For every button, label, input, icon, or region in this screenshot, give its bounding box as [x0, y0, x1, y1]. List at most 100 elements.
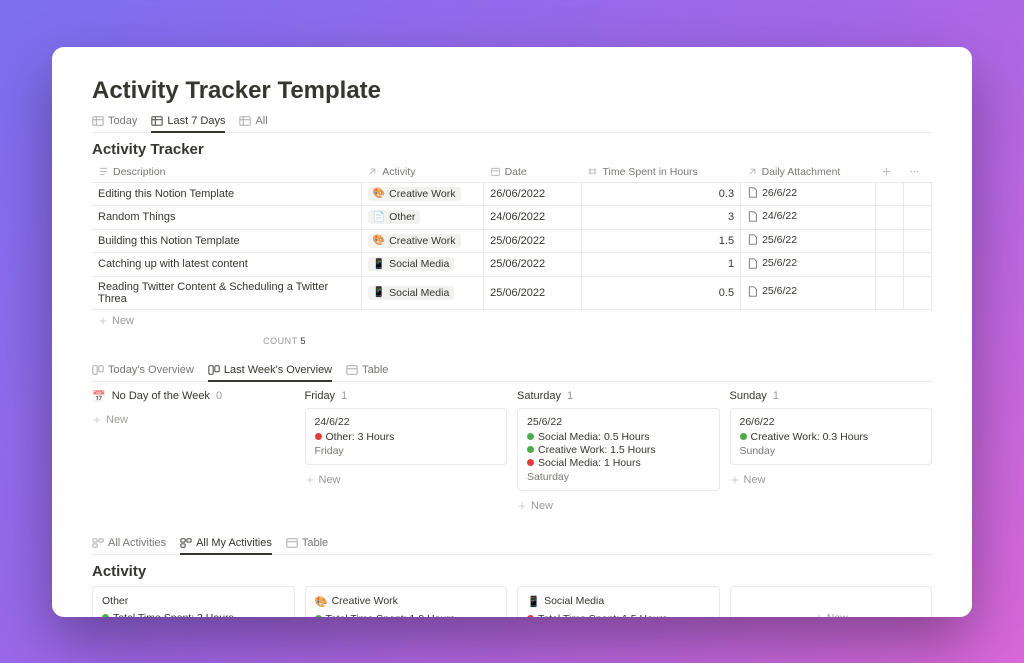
col-head-label: Saturday	[517, 390, 561, 402]
gallery-icon	[180, 537, 192, 549]
tab-all[interactable]: All	[239, 115, 267, 132]
col-description[interactable]: Description	[113, 166, 166, 178]
cell-attachment[interactable]: 25/6/22	[741, 229, 876, 253]
board-new-button[interactable]: New	[517, 495, 720, 517]
card-line: Other: 3 Hours	[315, 431, 498, 443]
number-icon	[587, 166, 598, 177]
cell-description[interactable]: Random Things	[92, 206, 361, 230]
tab-label: Last 7 Days	[167, 115, 225, 127]
tab-label: Today's Overview	[108, 364, 194, 376]
table-row[interactable]: Editing this Notion Template 🎨Creative W…	[92, 182, 932, 206]
tab-todays-overview[interactable]: Today's Overview	[92, 364, 194, 381]
table-icon	[346, 364, 358, 376]
plus-icon	[517, 501, 527, 511]
plus-icon[interactable]	[881, 166, 892, 177]
col-activity[interactable]: Activity	[382, 166, 415, 178]
tab-last-7-days[interactable]: Last 7 Days	[151, 115, 225, 133]
cell-hours[interactable]: 1	[581, 253, 740, 277]
gallery-new-card[interactable]: New	[730, 586, 933, 617]
plus-icon	[814, 613, 824, 617]
board-card[interactable]: 25/6/22 Social Media: 0.5 HoursCreative …	[517, 408, 720, 491]
cell-activity[interactable]: 📱Social Media	[361, 253, 483, 277]
table-row[interactable]: Catching up with latest content 📱Social …	[92, 253, 932, 277]
table-row[interactable]: Random Things 📄Other 24/06/2022 3 24/6/2…	[92, 206, 932, 230]
card-sub: Saturday	[527, 471, 710, 483]
col-date[interactable]: Date	[505, 166, 527, 178]
board-card[interactable]: 26/6/22 Creative Work: 0.3 Hours Sunday	[730, 408, 933, 465]
board-col-noday: 📅 No Day of the Week 0 New	[92, 390, 295, 517]
tab-label: All Activities	[108, 537, 166, 549]
page-icon	[747, 211, 758, 222]
col-head-count: 1	[567, 390, 573, 402]
plus-icon	[305, 475, 315, 485]
cell-date[interactable]: 25/06/2022	[484, 229, 582, 253]
tab-table[interactable]: Table	[346, 364, 388, 381]
gcard-title: 📱Social Media	[527, 595, 710, 608]
activity-table: Description Activity Date Time Spent in …	[92, 162, 932, 310]
tab-label: All My Activities	[196, 537, 272, 549]
col-head-count: 1	[341, 390, 347, 402]
tab-label: Table	[362, 364, 388, 376]
board-new-button[interactable]: New	[305, 469, 508, 491]
cell-attachment[interactable]: 25/6/22	[741, 276, 876, 309]
gcard-title: 🎨Creative Work	[315, 595, 498, 608]
card-line: Creative Work: 0.3 Hours	[740, 431, 923, 443]
cell-activity[interactable]: 🎨Creative Work	[361, 229, 483, 253]
board-new-button[interactable]: New	[92, 409, 295, 431]
card-title: 25/6/22	[527, 416, 710, 428]
table-row[interactable]: Building this Notion Template 🎨Creative …	[92, 229, 932, 253]
tab-last-weeks-overview[interactable]: Last Week's Overview	[208, 364, 332, 382]
cell-description[interactable]: Building this Notion Template	[92, 229, 361, 253]
cell-date[interactable]: 26/06/2022	[484, 182, 582, 206]
new-row-button[interactable]: New	[92, 310, 932, 332]
cell-description[interactable]: Catching up with latest content	[92, 253, 361, 277]
activity-title: Activity	[92, 563, 932, 580]
gcard-line: Total Time Spent: 1.8 Hours	[315, 613, 498, 617]
cell-description[interactable]: Editing this Notion Template	[92, 182, 361, 206]
col-head-count: 0	[216, 390, 222, 402]
page-icon	[747, 286, 758, 297]
tab-label: All	[255, 115, 267, 127]
cell-date[interactable]: 24/06/2022	[484, 206, 582, 230]
gallery-card[interactable]: 🎨Creative Work Total Time Spent: 1.8 Hou…	[305, 586, 508, 617]
tab-label: Table	[302, 537, 328, 549]
gcard-line: Total Time Spent: 1.5 Hours	[527, 613, 710, 617]
col-head-label: Sunday	[730, 390, 767, 402]
arrow-ne-icon	[747, 166, 758, 177]
cell-hours[interactable]: 3	[581, 206, 740, 230]
cell-attachment[interactable]: 25/6/22	[741, 253, 876, 277]
cell-hours[interactable]: 1.5	[581, 229, 740, 253]
col-time-spent[interactable]: Time Spent in Hours	[602, 166, 697, 178]
table-icon	[239, 115, 251, 127]
cell-activity[interactable]: 🎨Creative Work	[361, 182, 483, 206]
cell-attachment[interactable]: 26/6/22	[741, 182, 876, 206]
new-label: New	[112, 315, 134, 327]
table-row[interactable]: Reading Twitter Content & Scheduling a T…	[92, 276, 932, 309]
cell-hours[interactable]: 0.3	[581, 182, 740, 206]
cell-attachment[interactable]: 24/6/22	[741, 206, 876, 230]
tab-all-activities[interactable]: All Activities	[92, 537, 166, 554]
gallery-card[interactable]: Other Total Time Spent: 3 Hours ⏱Daily H…	[92, 586, 295, 617]
cell-activity[interactable]: 📄Other	[361, 206, 483, 230]
cell-date[interactable]: 25/06/2022	[484, 253, 582, 277]
cell-hours[interactable]: 0.5	[581, 276, 740, 309]
tab-all-my-activities[interactable]: All My Activities	[180, 537, 272, 555]
board-col: Saturday 1 25/6/22 Social Media: 0.5 Hour…	[517, 390, 720, 517]
card-sub: Friday	[315, 445, 498, 457]
tab-today[interactable]: Today	[92, 115, 137, 132]
count-row: COUNT 5	[92, 332, 312, 350]
more-icon[interactable]	[909, 166, 920, 177]
gallery-card[interactable]: 📱Social Media Total Time Spent: 1.5 Hour…	[517, 586, 720, 617]
view-tabs-2: Today's Overview Last Week's Overview Ta…	[92, 364, 932, 382]
cell-description[interactable]: Reading Twitter Content & Scheduling a T…	[92, 276, 361, 309]
view-tabs-3: All Activities All My Activities Table	[92, 537, 932, 555]
cell-date[interactable]: 25/06/2022	[484, 276, 582, 309]
col-attachment[interactable]: Daily Attachment	[762, 166, 841, 178]
board-card[interactable]: 24/6/22 Other: 3 Hours Friday	[305, 408, 508, 465]
tab-table-2[interactable]: Table	[286, 537, 328, 554]
page-icon	[747, 234, 758, 245]
cell-activity[interactable]: 📱Social Media	[361, 276, 483, 309]
board-new-button[interactable]: New	[730, 469, 933, 491]
app-window: Activity Tracker Template Today Last 7 D…	[52, 47, 972, 617]
view-tabs-1: Today Last 7 Days All	[92, 115, 932, 133]
